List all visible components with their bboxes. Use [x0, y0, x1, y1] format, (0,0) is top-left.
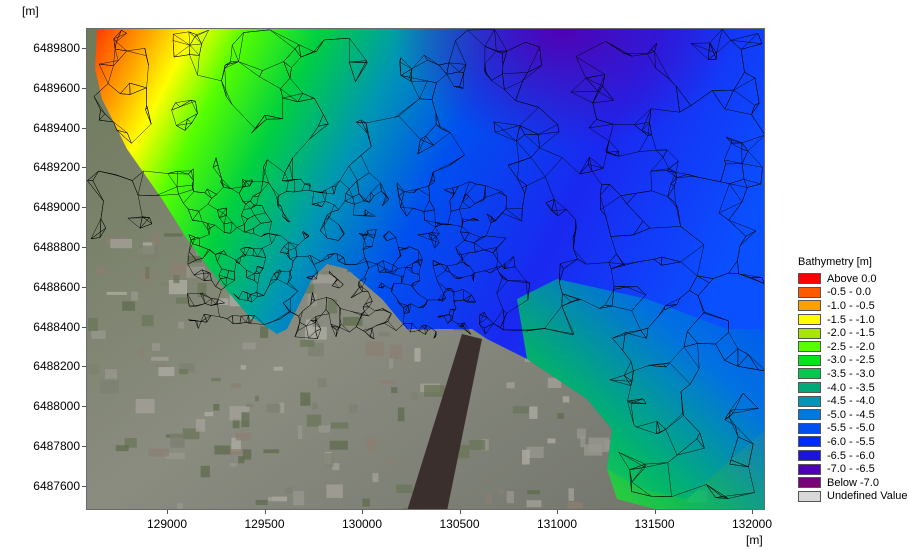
legend-label: Undefined Value — [827, 490, 908, 503]
legend-item: -3.0 - -2.5 — [798, 354, 908, 368]
y-tick-label: 6489800 — [33, 41, 80, 55]
y-tick-label: 6489600 — [33, 80, 80, 95]
legend-swatch — [798, 341, 821, 353]
y-tick-label: 6488200 — [33, 359, 80, 374]
legend-label: Below -7.0 — [827, 476, 879, 489]
legend-label: -7.0 - -6.5 — [827, 463, 875, 476]
legend-swatch — [798, 273, 821, 285]
legend-item: Above 0.0 — [798, 272, 908, 286]
legend-swatch — [798, 409, 821, 421]
legend-item: Undefined Value — [798, 490, 908, 504]
y-tick-label: 6488000 — [33, 399, 80, 414]
legend-item: -3.5 - -3.0 — [798, 367, 908, 381]
y-tick-label: 6488400 — [33, 319, 80, 334]
bathymetry-mesh-map[interactable] — [87, 29, 765, 510]
legend-title: Bathymetry [m] — [798, 256, 872, 268]
legend-swatch — [798, 395, 821, 407]
legend-item: -5.0 - -4.5 — [798, 408, 908, 422]
legend-item: -6.5 - -6.0 — [798, 449, 908, 463]
x-tick-mark — [557, 510, 558, 514]
x-tick-label: 129500 — [244, 517, 285, 531]
y-tick-label: 6488600 — [33, 279, 80, 294]
legend-swatch — [798, 327, 821, 339]
legend-label: -6.0 - -5.5 — [827, 435, 875, 448]
x-tick-label: 132000 — [731, 517, 773, 531]
legend-label: -5.5 - -5.0 — [827, 422, 875, 435]
x-tick-label: 131500 — [634, 517, 675, 531]
legend-item: -0.5 - 0.0 — [798, 286, 908, 300]
legend-item: -2.0 - -1.5 — [798, 326, 908, 340]
legend-label: -0.5 - 0.0 — [827, 286, 872, 299]
y-axis-unit: [m] — [22, 4, 39, 18]
y-tick-label: 6489400 — [33, 120, 80, 135]
y-tick-label: 6488800 — [33, 240, 80, 254]
legend-item: -1.5 - -1.0 — [798, 313, 908, 327]
legend-item: -1.0 - -0.5 — [798, 299, 908, 313]
legend-item: -4.0 - -3.5 — [798, 381, 908, 395]
x-tick-mark — [752, 510, 753, 514]
legend-swatch — [798, 422, 821, 434]
legend-label: -4.5 - -4.0 — [827, 395, 875, 408]
map-view[interactable] — [86, 28, 765, 510]
x-tick-mark — [167, 510, 168, 514]
x-tick-mark — [362, 510, 363, 514]
legend-label: -2.0 - -1.5 — [827, 327, 875, 340]
legend-item: -6.0 - -5.5 — [798, 435, 908, 449]
legend-item: -4.5 - -4.0 — [798, 394, 908, 408]
y-tick-label: 6489200 — [33, 160, 80, 175]
x-tick-mark — [654, 510, 656, 514]
legend-swatch — [798, 477, 821, 489]
x-tick-label: 130000 — [341, 517, 383, 531]
legend-item: -7.0 - -6.5 — [798, 462, 908, 476]
y-tick-label: 6489000 — [33, 200, 80, 215]
y-tick-label: 6487800 — [33, 439, 80, 453]
legend-label: -4.0 - -3.5 — [827, 381, 875, 394]
legend-label: -1.5 - -1.0 — [827, 313, 875, 326]
legend-swatch — [798, 436, 821, 448]
legend-swatch — [798, 450, 821, 462]
legend-swatch — [798, 463, 821, 475]
legend-item: -2.5 - -2.0 — [798, 340, 908, 354]
legend-label: -6.5 - -6.0 — [827, 449, 875, 462]
legend-label: Above 0.0 — [827, 272, 877, 285]
legend-label: -5.0 - -4.5 — [827, 408, 875, 421]
legend-label: -1.0 - -0.5 — [827, 299, 875, 312]
legend-label: -3.5 - -3.0 — [827, 367, 875, 380]
x-axis-unit: [m] — [746, 533, 763, 547]
x-tick-label: 129000 — [146, 517, 188, 531]
x-tick-mark — [459, 510, 461, 514]
legend-swatch — [798, 368, 821, 380]
legend-swatch — [798, 490, 821, 502]
legend-swatch — [798, 300, 821, 312]
x-tick-label: 131000 — [536, 517, 578, 531]
y-tick-label: 6487600 — [33, 478, 80, 493]
legend-swatch — [798, 382, 821, 394]
legend-item: -5.5 - -5.0 — [798, 422, 908, 436]
legend-label: -3.0 - -2.5 — [827, 354, 875, 367]
legend-swatch — [798, 286, 821, 298]
legend-item: Below -7.0 — [798, 476, 908, 490]
x-tick-mark — [264, 510, 266, 514]
legend-swatch — [798, 314, 821, 326]
bathymetry-legend: Bathymetry [m] Above 0.0 -0.5 - 0.0 -1.0 -… — [798, 256, 908, 503]
x-tick-label: 130500 — [439, 517, 480, 531]
legend-swatch — [798, 354, 821, 366]
legend-label: -2.5 - -2.0 — [827, 340, 875, 353]
